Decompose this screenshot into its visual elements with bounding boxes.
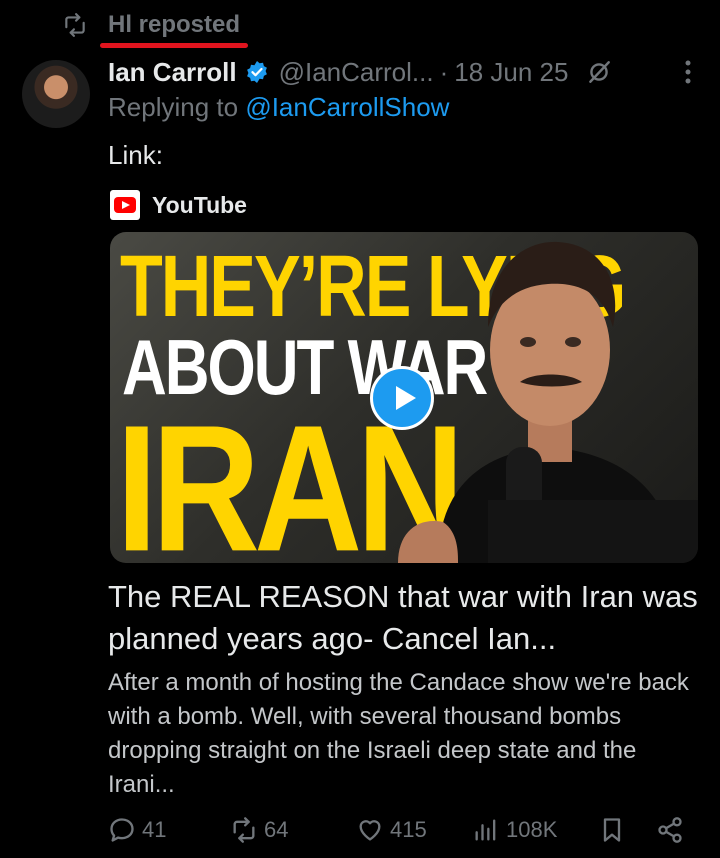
repost-label: Hl reposted bbox=[100, 11, 249, 48]
views-chart-icon bbox=[475, 819, 496, 841]
youtube-logo-icon bbox=[110, 190, 140, 220]
heart-icon bbox=[359, 820, 381, 841]
separator-dot: · bbox=[439, 56, 449, 87]
repost-indicator[interactable]: Hl reposted bbox=[62, 8, 249, 48]
repost-icon bbox=[233, 817, 255, 843]
verified-badge-icon bbox=[246, 61, 267, 83]
share-icon bbox=[658, 817, 682, 843]
repost-count: 64 bbox=[264, 817, 289, 842]
tweet-text: Link: bbox=[108, 140, 163, 170]
views-button[interactable]: 108K bbox=[472, 810, 557, 850]
card-source[interactable]: YouTube bbox=[110, 190, 247, 220]
tweet-header: Ian Carroll @IanCarrol... · 18 Jun 25 bbox=[108, 52, 700, 92]
share-button[interactable] bbox=[656, 810, 690, 850]
replying-to: Replying to @IanCarrollShow bbox=[108, 92, 450, 122]
post-date[interactable]: 18 Jun 25 bbox=[454, 57, 568, 88]
thumbnail-person-image bbox=[398, 241, 698, 563]
author-name[interactable]: Ian Carroll bbox=[108, 57, 237, 88]
author-handle[interactable]: @IanCarrol... bbox=[279, 57, 434, 88]
repost-icon bbox=[65, 13, 85, 37]
bookmark-icon bbox=[603, 818, 621, 842]
like-button[interactable]: 415 bbox=[356, 810, 427, 850]
avatar[interactable] bbox=[22, 60, 90, 128]
repost-button[interactable]: 64 bbox=[230, 810, 288, 850]
like-count: 415 bbox=[390, 817, 427, 842]
highlight-underline bbox=[100, 43, 249, 48]
reply-button[interactable]: 41 bbox=[108, 810, 166, 850]
more-options-icon[interactable] bbox=[684, 58, 692, 86]
card-source-name: YouTube bbox=[152, 191, 247, 218]
view-count: 108K bbox=[506, 817, 558, 842]
reply-icon bbox=[110, 818, 134, 842]
card-description: After a month of hosting the Candace sho… bbox=[108, 669, 689, 798]
bookmark-button[interactable] bbox=[598, 810, 632, 850]
action-bar: 41 64 415 108K bbox=[108, 810, 690, 850]
play-button[interactable] bbox=[370, 366, 434, 430]
video-thumbnail[interactable]: THEY’RE LYING ABOUT WAR IN IRAN bbox=[110, 232, 698, 563]
grok-icon[interactable] bbox=[586, 59, 612, 85]
card-title[interactable]: The REAL REASON that war with Iran was p… bbox=[108, 576, 698, 660]
replying-to-mention[interactable]: @IanCarrollShow bbox=[245, 92, 449, 122]
reply-count: 41 bbox=[142, 817, 167, 842]
